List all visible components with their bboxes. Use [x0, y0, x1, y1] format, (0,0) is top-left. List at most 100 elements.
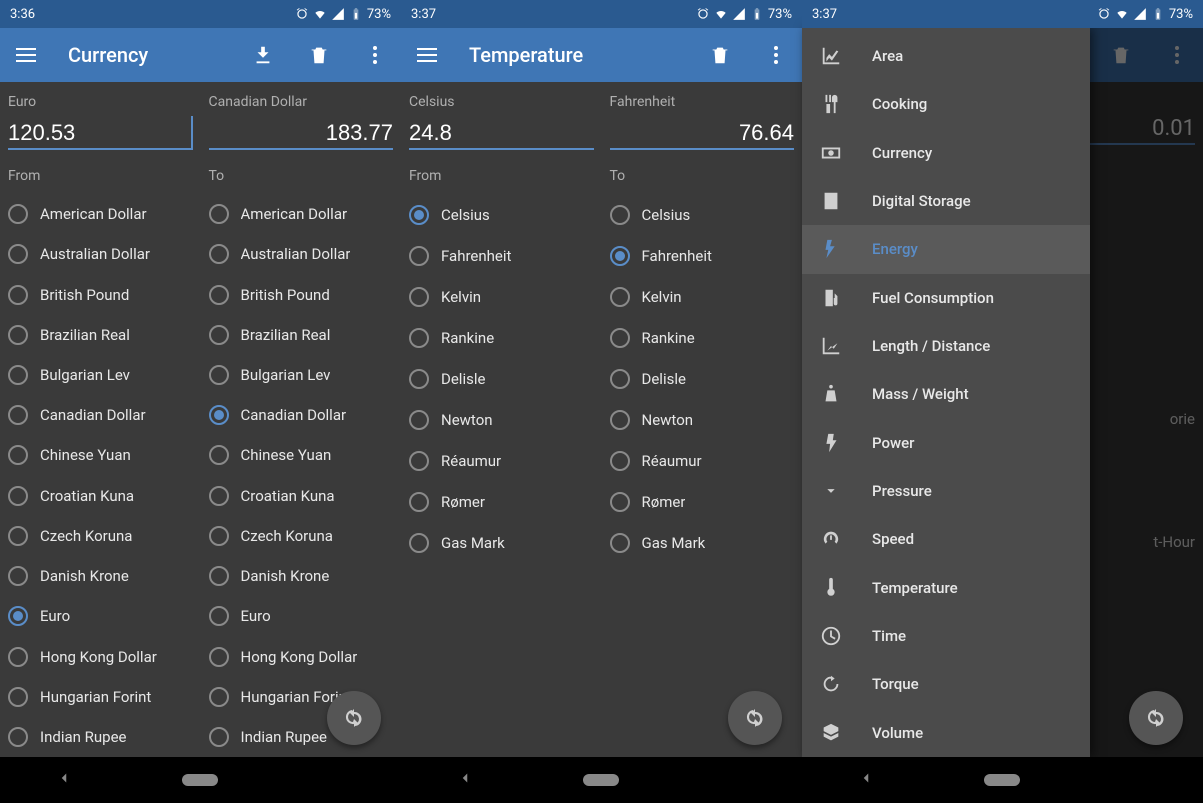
- radio-item[interactable]: British Pound: [209, 274, 394, 314]
- radio-item[interactable]: Delisle: [610, 358, 795, 399]
- radio-item[interactable]: American Dollar: [209, 194, 394, 234]
- radio-item[interactable]: Newton: [409, 399, 594, 440]
- drawer-label: Speed: [872, 530, 914, 548]
- radio-label: Gas Mark: [441, 534, 505, 552]
- radio-item[interactable]: Bulgarian Lev: [8, 355, 193, 395]
- battery-text: 73%: [1169, 7, 1193, 22]
- radio-item[interactable]: Danish Krone: [8, 556, 193, 596]
- hamburger-icon: [16, 48, 36, 62]
- radio-icon: [409, 533, 429, 553]
- radio-item[interactable]: Rankine: [409, 317, 594, 358]
- radio-item[interactable]: Kelvin: [409, 276, 594, 317]
- radio-item[interactable]: Celsius: [409, 194, 594, 235]
- drawer-item-area[interactable]: Area: [802, 32, 1090, 80]
- drawer-item-volume[interactable]: Volume: [802, 709, 1090, 757]
- radio-item[interactable]: Canadian Dollar: [209, 395, 394, 435]
- drawer-item-cooking[interactable]: Cooking: [802, 80, 1090, 128]
- radio-item[interactable]: Chinese Yuan: [8, 435, 193, 475]
- panel-currency: 3:36 73% Currency Euro From American Dol…: [0, 0, 401, 803]
- radio-icon: [209, 244, 229, 264]
- radio-label: Brazilian Real: [40, 326, 130, 344]
- radio-item[interactable]: Hong Kong Dollar: [8, 636, 193, 676]
- radio-item[interactable]: American Dollar: [8, 194, 193, 234]
- radio-item[interactable]: Australian Dollar: [209, 234, 394, 274]
- drawer-item-energy[interactable]: Energy: [802, 225, 1090, 273]
- radio-item[interactable]: Réaumur: [610, 440, 795, 481]
- radio-item[interactable]: Czech Koruna: [8, 516, 193, 556]
- status-bar: 3:36 73%: [0, 0, 401, 28]
- radio-item[interactable]: Canadian Dollar: [8, 395, 193, 435]
- radio-item[interactable]: Fahrenheit: [610, 235, 795, 276]
- menu-button[interactable]: [409, 37, 445, 73]
- radio-item[interactable]: Fahrenheit: [409, 235, 594, 276]
- drawer-item-temperature[interactable]: Temperature: [802, 564, 1090, 612]
- radio-item[interactable]: Danish Krone: [209, 556, 394, 596]
- drawer-item-digital-storage[interactable]: Digital Storage: [802, 177, 1090, 225]
- radio-item[interactable]: Rømer: [409, 481, 594, 522]
- overflow-button[interactable]: [357, 37, 393, 73]
- radio-label: Euro: [40, 607, 70, 625]
- drawer-item-pressure[interactable]: Pressure: [802, 467, 1090, 515]
- radio-item[interactable]: Rankine: [610, 317, 795, 358]
- nav-home-button[interactable]: [182, 774, 218, 786]
- radio-item[interactable]: Réaumur: [409, 440, 594, 481]
- currency-icon: [820, 142, 842, 164]
- to-radio-list: CelsiusFahrenheitKelvinRankineDelisleNew…: [610, 194, 795, 563]
- drawer-item-fuel-consumption[interactable]: Fuel Consumption: [802, 274, 1090, 322]
- navigation-drawer: AreaCookingCurrencyDigital Storage Energy…: [802, 28, 1090, 757]
- radio-item[interactable]: Gas Mark: [610, 522, 795, 563]
- radio-label: Canadian Dollar: [241, 406, 347, 424]
- nav-back-button[interactable]: [456, 769, 474, 791]
- download-button[interactable]: [245, 37, 281, 73]
- radio-item[interactable]: Delisle: [409, 358, 594, 399]
- menu-button[interactable]: [8, 37, 44, 73]
- to-value-input[interactable]: [610, 116, 795, 150]
- to-value-input[interactable]: [209, 116, 394, 150]
- delete-button[interactable]: [702, 37, 738, 73]
- nav-home-button[interactable]: [984, 774, 1020, 786]
- radio-item[interactable]: Croatian Kuna: [209, 476, 394, 516]
- drawer-label: Energy: [872, 240, 918, 258]
- radio-item[interactable]: Euro: [8, 596, 193, 636]
- radio-item[interactable]: Euro: [209, 596, 394, 636]
- drawer-item-currency[interactable]: Currency: [802, 129, 1090, 177]
- radio-item[interactable]: Brazilian Real: [209, 315, 394, 355]
- radio-item[interactable]: Celsius: [610, 194, 795, 235]
- drawer-label: Pressure: [872, 482, 932, 500]
- radio-item[interactable]: Newton: [610, 399, 795, 440]
- radio-label: Euro: [241, 607, 271, 625]
- radio-item[interactable]: Chinese Yuan: [209, 435, 394, 475]
- radio-item[interactable]: Hungarian Forint: [8, 677, 193, 717]
- radio-item[interactable]: Gas Mark: [409, 522, 594, 563]
- delete-button[interactable]: [301, 37, 337, 73]
- nav-back-button[interactable]: [857, 769, 875, 791]
- radio-item[interactable]: Brazilian Real: [8, 315, 193, 355]
- radio-item[interactable]: British Pound: [8, 274, 193, 314]
- chart-icon: [820, 45, 842, 67]
- radio-item[interactable]: Hong Kong Dollar: [209, 636, 394, 676]
- drawer-item-length-distance[interactable]: Length / Distance: [802, 322, 1090, 370]
- swap-fab[interactable]: [327, 691, 381, 745]
- wifi-icon: [313, 7, 327, 21]
- drawer-item-mass-weight[interactable]: Mass / Weight: [802, 370, 1090, 418]
- radio-item[interactable]: Kelvin: [610, 276, 795, 317]
- drawer-item-speed[interactable]: Speed: [802, 515, 1090, 563]
- nav-home-button[interactable]: [583, 774, 619, 786]
- radio-item[interactable]: Indian Rupee: [8, 717, 193, 757]
- from-value-input[interactable]: [8, 116, 193, 150]
- radio-item[interactable]: Czech Koruna: [209, 516, 394, 556]
- swap-fab[interactable]: [1129, 691, 1183, 745]
- drawer-item-time[interactable]: Time: [802, 612, 1090, 660]
- drawer-item-torque[interactable]: Torque: [802, 660, 1090, 708]
- from-value-input[interactable]: [409, 116, 594, 150]
- radio-label: Brazilian Real: [241, 326, 331, 344]
- radio-item[interactable]: Rømer: [610, 481, 795, 522]
- radio-item[interactable]: Croatian Kuna: [8, 476, 193, 516]
- overflow-button[interactable]: [758, 37, 794, 73]
- radio-item[interactable]: Australian Dollar: [8, 234, 193, 274]
- radio-item[interactable]: Bulgarian Lev: [209, 355, 394, 395]
- nav-back-button[interactable]: [55, 769, 73, 791]
- drawer-item-power[interactable]: Power: [802, 419, 1090, 467]
- radio-label: Hungarian Forint: [40, 688, 151, 706]
- swap-fab[interactable]: [728, 691, 782, 745]
